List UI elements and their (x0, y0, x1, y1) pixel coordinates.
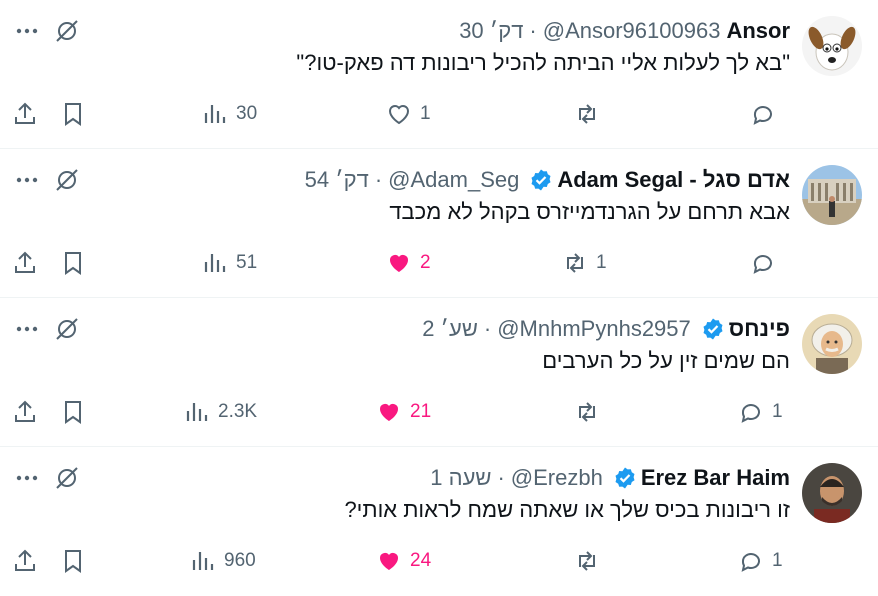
reply-button[interactable] (750, 245, 784, 281)
tweet-header: פינחס @MnhmPynhs2957 · 2 שע׳ (422, 314, 790, 344)
views-button[interactable]: 30 (202, 96, 257, 132)
like-count: 1 (420, 103, 431, 124)
views-count: 960 (224, 550, 256, 571)
reply-icon (753, 106, 772, 125)
timestamp[interactable]: 1 שעה (430, 465, 491, 491)
reply-icon (741, 553, 760, 572)
action-bar: 2.3K 21 1 (0, 394, 878, 430)
retweet-icon (579, 402, 595, 422)
bookmark-icon[interactable] (60, 543, 86, 579)
retweet-button[interactable]: 1 (562, 245, 607, 281)
like-count: 2 (420, 252, 431, 273)
timestamp[interactable]: 30 דק׳ (459, 18, 523, 44)
more-icon[interactable] (12, 165, 42, 195)
tweet[interactable]: Erez Bar Haim @Erezbh · 1 שעה זו ריבונות… (0, 447, 878, 596)
timestamp[interactable]: 54 דק׳ (305, 167, 369, 193)
like-button[interactable]: 2 (386, 245, 431, 281)
tweet-text: זו ריבונות בכיס שלך או שאתה שמח לראות או… (344, 497, 790, 522)
display-name[interactable]: פינחס (729, 316, 790, 342)
share-icon[interactable] (12, 394, 38, 430)
handle[interactable]: @Adam_Seg (388, 167, 519, 193)
separator-dot: · (529, 18, 537, 43)
views-icon (186, 403, 208, 421)
grok-icon[interactable] (52, 165, 82, 195)
share-icon[interactable] (12, 245, 38, 281)
tweet-text: הם שמים זין על כל הערבים (542, 348, 790, 373)
retweet-icon (579, 551, 595, 571)
views-icon (204, 254, 226, 272)
like-button[interactable]: 1 (386, 96, 431, 132)
reply-button[interactable]: 1 (738, 543, 783, 579)
more-icon[interactable] (12, 463, 42, 493)
grok-icon[interactable] (52, 16, 82, 46)
tweet-text: "בא לך לעלות אליי הביתה להכיל ריבונות דה… (296, 50, 790, 75)
avatar[interactable] (802, 314, 862, 374)
more-icon[interactable] (12, 16, 42, 46)
like-button[interactable]: 21 (376, 394, 431, 430)
tweet-header: Adam Segal - אדם סגל @Adam_Seg · 54 דק׳ (305, 165, 790, 195)
retweet-icon (567, 253, 583, 273)
views-count: 51 (236, 252, 258, 273)
grok-icon[interactable] (52, 463, 82, 493)
views-count: 2.3K (218, 401, 258, 422)
separator-dot: · (483, 316, 492, 341)
tweet[interactable]: Adam Segal - אדם סגל @Adam_Seg · 54 דק׳ … (0, 149, 878, 298)
tweet-text: אבא תרחם על הגרנדמייזרס בקהל לא מכבד (389, 199, 790, 224)
views-icon (204, 105, 226, 123)
separator-dot: · (497, 465, 505, 490)
views-button[interactable]: 2.3K (184, 394, 257, 430)
reply-button[interactable] (750, 96, 784, 132)
tweet[interactable]: פינחס @MnhmPynhs2957 · 2 שע׳ הם שמים זין… (0, 298, 878, 447)
views-button[interactable]: 51 (202, 245, 257, 281)
grok-icon[interactable] (52, 314, 82, 344)
like-icon (380, 404, 398, 421)
tweet-header: Erez Bar Haim @Erezbh · 1 שעה (430, 463, 790, 493)
verified-badge-icon (703, 318, 723, 340)
verified-badge-icon (615, 467, 635, 489)
views-button[interactable]: 960 (190, 543, 256, 579)
reply-count: 1 (772, 550, 783, 571)
like-icon (390, 255, 408, 272)
views-count: 30 (236, 103, 258, 124)
reply-count: 1 (772, 401, 783, 422)
display-name[interactable]: Erez Bar Haim (641, 465, 790, 491)
like-icon (380, 553, 398, 570)
action-bar: 30 1 (0, 96, 878, 132)
handle[interactable]: @Erezbh (511, 465, 603, 491)
bookmark-icon[interactable] (60, 394, 86, 430)
separator-dot: · (374, 167, 383, 192)
reply-button[interactable]: 1 (738, 394, 783, 430)
more-icon[interactable] (12, 314, 42, 344)
avatar[interactable] (802, 16, 862, 76)
retweet-button[interactable] (574, 543, 608, 579)
tweet[interactable]: Ansor @Ansor96100963 · 30 דק׳ "בא לך לעל… (0, 0, 878, 149)
handle[interactable]: @MnhmPynhs2957 (497, 316, 691, 342)
action-bar: 960 24 1 (0, 543, 878, 579)
retweet-button[interactable] (574, 394, 608, 430)
share-icon[interactable] (12, 96, 38, 132)
reply-icon (741, 404, 760, 423)
avatar[interactable] (802, 463, 862, 523)
share-icon[interactable] (12, 543, 38, 579)
like-count: 21 (410, 401, 432, 422)
retweet-button[interactable] (574, 96, 608, 132)
timestamp[interactable]: 2 שע׳ (422, 316, 478, 342)
tweet-header: Ansor @Ansor96100963 · 30 דק׳ (459, 16, 790, 46)
retweet-icon (579, 104, 595, 124)
like-button[interactable]: 24 (376, 543, 431, 579)
avatar[interactable] (802, 165, 862, 225)
views-icon (192, 552, 214, 570)
like-count: 24 (410, 550, 432, 571)
verified-badge-icon (531, 169, 551, 191)
display-name[interactable]: Adam Segal - אדם סגל (557, 167, 790, 193)
display-name[interactable]: Ansor (726, 18, 790, 44)
reply-icon (753, 255, 772, 274)
bookmark-icon[interactable] (60, 245, 86, 281)
handle[interactable]: @Ansor96100963 (543, 18, 721, 44)
action-bar: 51 2 1 (0, 245, 878, 281)
reply-feed: Ansor @Ansor96100963 · 30 דק׳ "בא לך לעל… (0, 0, 878, 596)
retweet-count: 1 (596, 252, 607, 273)
bookmark-icon[interactable] (60, 96, 86, 132)
like-icon (388, 105, 410, 125)
